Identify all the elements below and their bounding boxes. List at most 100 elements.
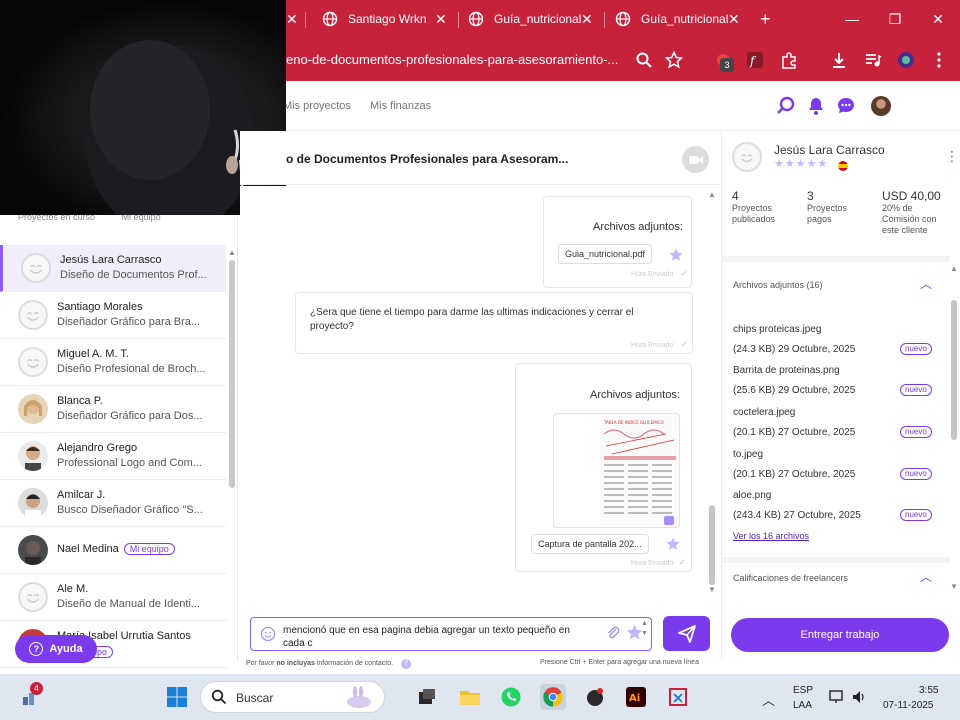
more-options-icon[interactable]: ⋮: [945, 148, 959, 165]
user-avatar[interactable]: [871, 96, 891, 116]
attachment-file-name[interactable]: coctelera.jpeg: [733, 407, 795, 418]
puzzle-extensions-icon[interactable]: [778, 49, 800, 71]
formula-ext-icon[interactable]: f: [744, 49, 766, 71]
clock-date[interactable]: 07-11-2025: [883, 700, 933, 711]
search-icon[interactable]: [776, 96, 796, 116]
emoji-icon[interactable]: [260, 626, 276, 642]
message-attachment: Archivos adjuntos: Guia_nutricional.pdf …: [543, 196, 692, 288]
nav-mis-finanzas[interactable]: Mis finanzas: [370, 100, 431, 112]
help-button[interactable]: ? Ayuda: [15, 635, 97, 663]
message-time: Hora Enviado: [631, 342, 674, 349]
attachment-title: Archivos adjuntos:: [593, 221, 683, 233]
lang-bottom[interactable]: LAA: [793, 700, 812, 711]
conversation-item[interactable]: Blanca P. Diseñador Gráfico para Dos...: [0, 386, 226, 433]
message-time: Hora Enviado: [631, 271, 674, 278]
conversation-avatar: [18, 347, 48, 377]
download-icon[interactable]: [828, 49, 850, 71]
app-dark-icon[interactable]: [582, 684, 608, 710]
chevron-up-icon[interactable]: ︿: [920, 568, 932, 585]
restore-icon[interactable]: ❐: [873, 0, 917, 38]
bell-icon[interactable]: [806, 96, 826, 116]
windows-start-icon[interactable]: [164, 684, 190, 710]
conversation-item[interactable]: Alejandro Grego Professional Logo and Com…: [0, 433, 226, 480]
browser-menu-icon[interactable]: [928, 49, 950, 71]
chevron-up-icon[interactable]: ︿: [920, 275, 932, 292]
address-bar[interactable]: eno-de-documentos-profesionales-para-ase…: [286, 52, 626, 67]
chrome-icon[interactable]: [540, 684, 566, 710]
attachment-file-name[interactable]: Barrita de proteinas.png: [733, 365, 840, 376]
conversation-item[interactable]: Amilcar J. Busco Diseñador Gráfico "S...: [0, 480, 226, 527]
conversation-item[interactable]: Ale M. Diseño de Manual de Identi...: [0, 574, 226, 621]
close-window-icon[interactable]: ✕: [916, 0, 960, 38]
send-icon: [677, 624, 696, 643]
see-all-files-link[interactable]: Ver los 16 archivos: [733, 531, 809, 541]
conversation-item[interactable]: Nael Medina Mi equipo: [0, 527, 226, 574]
attachment-file-name[interactable]: to.jpeg: [733, 449, 763, 460]
sidebar-scrollbar[interactable]: ▲: [228, 248, 236, 668]
attachment-file-name[interactable]: aloe.png: [733, 490, 771, 501]
send-button[interactable]: [663, 616, 710, 651]
client-panel-scrollbar[interactable]: ▲ ▼: [949, 264, 958, 591]
chat-title: o de Documentos Profesionales para Aseso…: [286, 152, 569, 166]
tab-close-icon[interactable]: ✕: [581, 11, 593, 28]
conversation-project: Professional Logo and Com...: [57, 457, 202, 469]
video-call-button[interactable]: [682, 146, 709, 173]
scroll-thumb[interactable]: [709, 505, 715, 585]
star-icon[interactable]: [669, 248, 683, 262]
illustrator-icon[interactable]: Ai: [623, 684, 649, 710]
read-check-icon: ✓: [681, 269, 688, 278]
nav-mis-proyectos[interactable]: Mis proyectos: [283, 100, 351, 112]
volume-icon[interactable]: [851, 689, 867, 705]
task-view-icon[interactable]: [414, 684, 440, 710]
extension-badge: 3: [720, 58, 734, 72]
conversation-name: Santiago Morales: [57, 301, 143, 313]
composer-scroll-arrows[interactable]: ▲ ▼: [641, 619, 648, 639]
info-icon[interactable]: ?: [401, 659, 412, 669]
new-tab-button[interactable]: +: [760, 0, 771, 38]
network-icon[interactable]: [829, 689, 845, 705]
minimize-icon[interactable]: —: [830, 0, 874, 38]
svg-text:Ai: Ai: [629, 693, 640, 704]
bookmark-star-icon[interactable]: [663, 49, 685, 71]
attachment-file-name[interactable]: chips proteicas.jpeg: [733, 324, 821, 335]
client-rating-stars: ★★★★★: [774, 158, 829, 170]
tab-guia-1[interactable]: Guía_nutricional ✕: [468, 0, 593, 38]
paperclip-icon[interactable]: [605, 625, 621, 641]
chat-scrollbar[interactable]: ▲ ▼: [708, 190, 716, 595]
conversation-item[interactable]: Santiago Morales Diseñador Gráfico para B…: [0, 292, 226, 339]
conversation-avatar: [18, 535, 48, 565]
file-chip[interactable]: Captura de pantalla 202...: [531, 534, 649, 554]
tab-close-partial[interactable]: ✕: [286, 0, 298, 38]
attachment-title: Archivos adjuntos:: [590, 389, 680, 401]
deliver-work-button[interactable]: Entregar trabajo: [731, 618, 949, 652]
clock-time[interactable]: 3:55: [919, 685, 938, 696]
scroll-thumb[interactable]: [229, 260, 235, 488]
scroll-thumb[interactable]: [951, 300, 957, 440]
stat-value: USD 40,00: [882, 189, 941, 203]
search-icon[interactable]: [633, 49, 655, 71]
tab-guia-2[interactable]: Guía_nutricional ✕: [615, 0, 740, 38]
media-queue-icon[interactable]: [862, 49, 884, 71]
profile-avatar-icon[interactable]: [895, 49, 917, 71]
section-divider: [722, 557, 950, 563]
conversation-item[interactable]: Miguel A. M. T. Diseño Profesional de Bro…: [0, 339, 226, 386]
new-badge: nuevo: [900, 384, 932, 396]
file-explorer-icon[interactable]: [457, 684, 483, 710]
whatsapp-icon[interactable]: [498, 684, 524, 710]
message-input[interactable]: mencionó que en esa pagina debia agregar…: [283, 624, 573, 650]
star-icon[interactable]: [666, 537, 680, 551]
tray-chevron-up-icon[interactable]: ︿: [762, 690, 775, 709]
snipping-tool-icon[interactable]: [665, 684, 691, 710]
attachment-file-meta: (20.1 KB) 27 Octubre, 2025: [733, 469, 856, 480]
tab-santiago[interactable]: Santiago Wrkn ✕: [322, 0, 447, 38]
conversation-avatar: [18, 300, 48, 330]
tab-close-icon[interactable]: ✕: [728, 11, 740, 28]
tab-close-icon[interactable]: ✕: [435, 11, 447, 28]
bunny-decoration-icon: [347, 686, 371, 708]
file-chip[interactable]: Guia_nutricional.pdf: [558, 244, 653, 264]
lang-top[interactable]: ESP: [793, 685, 813, 696]
chat-bubble-icon[interactable]: [836, 96, 856, 116]
image-thumbnail[interactable]: TABLA DE INDICE GLUCEMICO: [553, 413, 680, 528]
conversation-item[interactable]: Jesús Lara Carrasco Diseño de Documentos …: [0, 245, 226, 292]
taskbar-search[interactable]: Buscar: [200, 681, 385, 713]
